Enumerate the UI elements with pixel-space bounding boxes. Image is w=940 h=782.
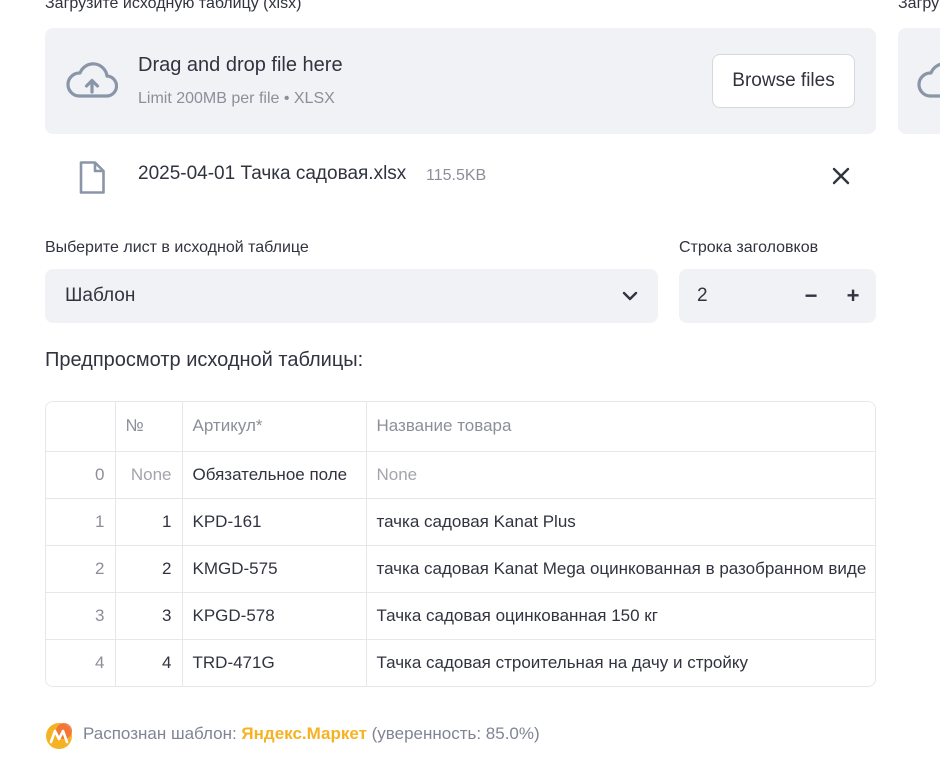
uploader-label-right: Загру xyxy=(898,0,940,12)
preview-title: Предпросмотр исходной таблицы: xyxy=(45,349,364,371)
chevron-down-icon xyxy=(622,291,638,301)
yandex-market-logo-icon xyxy=(46,723,72,749)
uploader-label: Загрузите исходную таблицу (xlsx) xyxy=(45,0,302,12)
preview-table[interactable]: № Артикул* Название товара 0 None Обязат… xyxy=(45,401,876,687)
cell-name[interactable]: Тачка садовая оцинкованная 150 кг xyxy=(366,592,875,640)
table-row: 2 2 KMGD-575 тачка садовая Kanat Mega оц… xyxy=(46,545,875,593)
cell-sku[interactable]: KMGD-575 xyxy=(182,545,367,593)
column-header-name[interactable]: Название товара xyxy=(366,402,875,452)
column-header-sku[interactable]: Артикул* xyxy=(182,402,367,452)
template-detected-status: Распознан шаблон: Яндекс.Маркет (уверенн… xyxy=(83,724,540,744)
row-index: 3 xyxy=(46,592,116,640)
table-header-row: № Артикул* Название товара xyxy=(46,402,875,452)
table-row: 1 1 KPD-161 тачка садовая Kanat Plus xyxy=(46,498,875,546)
sheet-select-value: Шаблон xyxy=(65,285,136,306)
sheet-select[interactable]: Шаблон xyxy=(45,269,658,323)
cell-sku[interactable]: KPGD-578 xyxy=(182,592,367,640)
sheet-select-label: Выберите лист в исходной таблице xyxy=(45,239,309,256)
cell-name[interactable]: тачка садовая Kanat Mega оцинкованная в … xyxy=(366,545,875,593)
row-index: 0 xyxy=(46,451,116,499)
cell-sku[interactable]: TRD-471G xyxy=(182,639,367,686)
table-row: 3 3 KPGD-578 Тачка садовая оцинкованная … xyxy=(46,592,875,640)
status-prefix: Распознан шаблон: xyxy=(83,724,242,743)
dropzone-subtitle: Limit 200MB per file • XLSX xyxy=(138,90,335,107)
file-icon xyxy=(79,161,105,194)
header-row-label: Строка заголовков xyxy=(679,239,819,256)
row-index: 1 xyxy=(46,498,116,546)
column-header-number[interactable]: № xyxy=(115,402,183,452)
header-row-value[interactable]: 2 xyxy=(697,285,708,307)
row-index: 4 xyxy=(46,639,116,686)
cloud-upload-icon-right xyxy=(917,62,940,98)
cell-number[interactable]: 2 xyxy=(115,545,183,593)
cell-sku[interactable]: KPD-161 xyxy=(182,498,367,546)
uploaded-file-size: 115.5KB xyxy=(426,167,487,184)
status-brand: Яндекс.Маркет xyxy=(241,724,367,743)
table-row: 0 None Обязательное поле None xyxy=(46,451,875,499)
close-icon[interactable] xyxy=(830,165,852,187)
cell-name[interactable]: Тачка садовая строительная на дачу и стр… xyxy=(366,639,875,686)
column-header-index[interactable] xyxy=(46,402,116,452)
cell-sku[interactable]: Обязательное поле xyxy=(182,451,367,499)
decrement-button[interactable]: − xyxy=(797,282,825,310)
cloud-upload-icon xyxy=(66,62,118,98)
table-row: 4 4 TRD-471G Тачка садовая строительная … xyxy=(46,639,875,686)
cell-number[interactable]: None xyxy=(115,451,183,499)
cell-number[interactable]: 1 xyxy=(115,498,183,546)
cell-name[interactable]: None xyxy=(366,451,875,499)
dropzone-title: Drag and drop file here xyxy=(138,54,343,76)
cell-number[interactable]: 4 xyxy=(115,639,183,686)
cell-name[interactable]: тачка садовая Kanat Plus xyxy=(366,498,875,546)
browse-files-button[interactable]: Browse files xyxy=(712,54,855,108)
row-index: 2 xyxy=(46,545,116,593)
cell-number[interactable]: 3 xyxy=(115,592,183,640)
increment-button[interactable]: + xyxy=(839,282,867,310)
status-suffix: (уверенность: 85.0%) xyxy=(366,724,540,743)
uploaded-file-name: 2025-04-01 Тачка садовая.xlsx xyxy=(138,163,407,184)
